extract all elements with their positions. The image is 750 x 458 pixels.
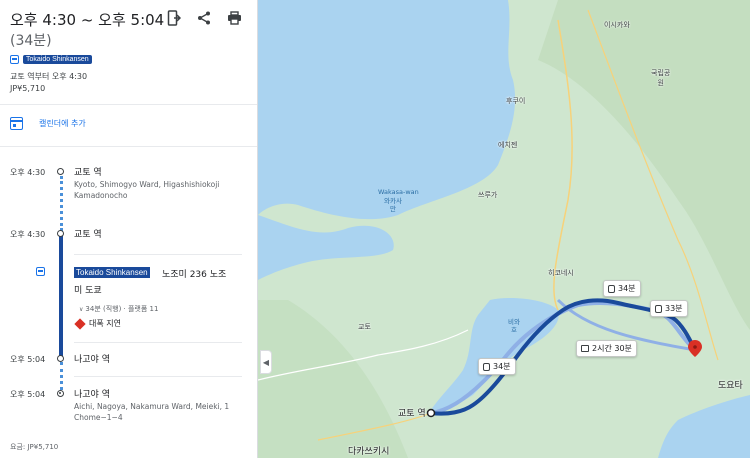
walk-dotted-line <box>60 176 63 231</box>
stop-name[interactable]: 나고야 역 <box>74 387 110 400</box>
water-label: 와카사 만 <box>384 197 402 213</box>
map-label: 교토 역 <box>398 409 426 419</box>
map-canvas <box>258 0 750 458</box>
train-destination: 미 도쿄 <box>74 286 102 296</box>
fare: JP¥5,710 <box>10 84 46 93</box>
delay-alert[interactable]: 대폭 지연 <box>74 317 121 330</box>
train-icon <box>608 284 615 293</box>
add-to-calendar-label: 캘린더에 추가 <box>39 119 86 128</box>
map-label: 다카쓰키시 <box>348 447 390 457</box>
route-duration-label[interactable]: 34분 <box>603 280 641 297</box>
map-view[interactable]: 이시카와 국립공 원 후쿠이 에치젠 쓰루가 Wakasa-wan 와카사 만 … <box>258 0 750 458</box>
destination-node <box>57 390 64 397</box>
share-icon[interactable] <box>195 9 213 27</box>
trip-duration: (34분) <box>10 33 52 49</box>
route-chip: Tokaido Shinkansen <box>10 55 92 64</box>
stop-name[interactable]: 교토 역 <box>74 165 102 178</box>
print-icon[interactable] <box>225 9 243 27</box>
bus-icon <box>581 345 589 352</box>
route-duration-label[interactable]: 34분 <box>478 358 516 375</box>
line-chip[interactable]: Tokaido Shinkansen <box>74 267 150 278</box>
trip-time-range: 오후 4:30 ~ 오후 5:04 <box>10 11 165 29</box>
alert-icon <box>74 317 86 330</box>
divider <box>74 254 242 255</box>
train-icon <box>10 55 19 64</box>
add-to-calendar-button[interactable]: 캘린더에 추가 <box>10 117 86 130</box>
stop-time: 오후 4:30 <box>10 230 46 239</box>
stop-address: Aichi, Nagoya, Nakamura Ward, Meieki, 1 … <box>74 402 230 422</box>
map-label: 도요타 <box>718 381 743 391</box>
train-icon <box>655 304 662 313</box>
chevron-down-icon: ∨ <box>79 306 84 313</box>
route-name-chip: Tokaido Shinkansen <box>23 55 92 64</box>
map-label: 이시카와 <box>604 21 630 29</box>
divider <box>0 104 257 105</box>
route-duration-label[interactable]: 2시간 30분 <box>576 340 637 357</box>
stop-time: 오후 5:04 <box>10 355 46 364</box>
map-label: 국립공 원 <box>651 69 671 87</box>
route-duration-label[interactable]: 33분 <box>650 300 688 317</box>
map-label: 에치젠 <box>498 141 518 149</box>
train-icon <box>36 267 45 276</box>
divider <box>74 342 242 343</box>
stop-node <box>57 230 64 237</box>
water-label: Wakasa-wan <box>378 188 419 196</box>
delay-label: 대폭 지연 <box>89 319 121 328</box>
departure-from: 교토 역부터 오후 4:30 <box>10 72 88 81</box>
leg-meta-text: 34분 (직행) · 플랫폼 11 <box>85 305 159 313</box>
stop-name[interactable]: 나고야 역 <box>74 352 110 365</box>
calendar-icon <box>10 117 23 130</box>
divider <box>0 146 257 147</box>
divider <box>74 376 242 377</box>
train-route-line <box>59 236 63 356</box>
stop-node <box>57 355 64 362</box>
train-name: 노조미 236 노조 <box>162 270 227 280</box>
water-label: 비와 호 <box>508 318 520 334</box>
train-icon <box>483 362 490 371</box>
collapse-panel-button[interactable]: ◀ <box>260 350 272 374</box>
stop-name[interactable]: 교토 역 <box>74 227 102 240</box>
chevron-left-icon: ◀ <box>262 357 270 367</box>
fare-footer: 요금: JP¥5,710 <box>10 443 59 451</box>
stop-node <box>57 168 64 175</box>
header-actions <box>165 9 243 27</box>
map-label: 히코네시 <box>548 269 574 277</box>
leg-details[interactable]: ∨ 34분 (직행) · 플랫폼 11 <box>79 304 158 314</box>
map-label: 쓰루가 <box>478 191 498 199</box>
stop-time: 오후 4:30 <box>10 168 46 177</box>
walk-dotted-line <box>60 362 63 390</box>
map-label: 후쿠이 <box>506 97 526 105</box>
map-label: 교토 <box>358 323 371 331</box>
stop-address: Kyoto, Shimogyo Ward, Higashishiokoji Ka… <box>74 180 220 200</box>
directions-panel: 오후 4:30 ~ 오후 5:04 (34분) Tokaido Shinkans… <box>0 0 258 458</box>
mobile-send-icon[interactable] <box>165 9 183 27</box>
stop-time: 오후 5:04 <box>10 390 46 399</box>
